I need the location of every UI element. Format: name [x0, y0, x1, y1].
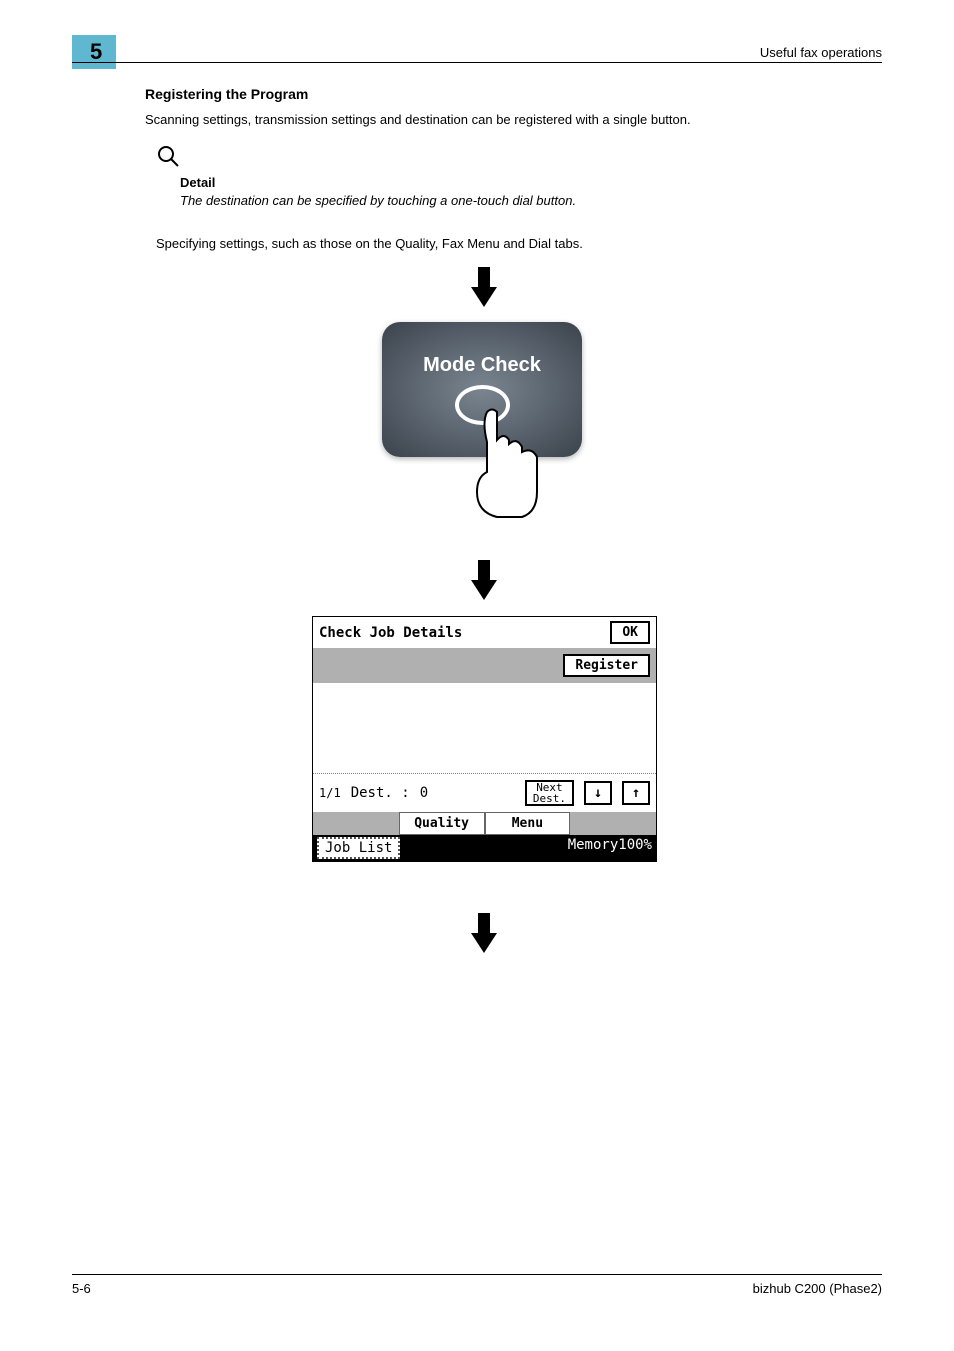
down-arrow-icon — [471, 287, 497, 307]
section-title: Registering the Program — [145, 86, 308, 102]
tab-blank-right — [570, 812, 656, 835]
lcd-screenshot: Check Job Details OK Register 1/1 Dest. … — [312, 616, 657, 862]
job-list-button[interactable]: Job List — [317, 837, 400, 859]
detail-label: Detail — [180, 175, 215, 190]
header-divider — [72, 62, 882, 63]
scroll-down-button[interactable]: ↓ — [584, 781, 612, 805]
down-arrow-icon — [471, 933, 497, 953]
destination-list — [313, 683, 656, 773]
finger-press-icon — [467, 402, 547, 527]
chapter-number: 5 — [72, 35, 116, 69]
dest-value: 0 — [420, 785, 428, 801]
page-number: 5-6 — [72, 1281, 91, 1296]
detail-text: The destination can be specified by touc… — [180, 193, 576, 208]
arrow-up-icon: ↑ — [632, 785, 640, 801]
product-name: bizhub C200 (Phase2) — [753, 1281, 882, 1296]
mode-check-label: Mode Check — [423, 354, 541, 377]
screen-title: Check Job Details — [319, 625, 462, 641]
magnifier-icon — [156, 144, 180, 173]
tab-blank-left — [313, 812, 399, 835]
memory-indicator: Memory100% — [568, 837, 652, 859]
next-dest-button[interactable]: NextDest. — [525, 780, 574, 806]
ok-button[interactable]: OK — [610, 621, 650, 644]
dest-label: Dest. : — [351, 785, 410, 801]
specifying-text: Specifying settings, such as those on th… — [156, 236, 583, 251]
down-arrow-icon — [471, 580, 497, 600]
tab-menu[interactable]: Menu — [485, 812, 571, 835]
tab-quality[interactable]: Quality — [399, 812, 485, 835]
page-header-label: Useful fax operations — [760, 45, 882, 60]
arrow-down-icon: ↓ — [594, 785, 602, 801]
mode-check-illustration: Mode Check — [382, 322, 587, 522]
intro-paragraph: Scanning settings, transmission settings… — [145, 112, 691, 127]
register-button[interactable]: Register — [563, 654, 650, 677]
scroll-up-button[interactable]: ↑ — [622, 781, 650, 805]
dest-page-counter: 1/1 — [319, 786, 341, 800]
